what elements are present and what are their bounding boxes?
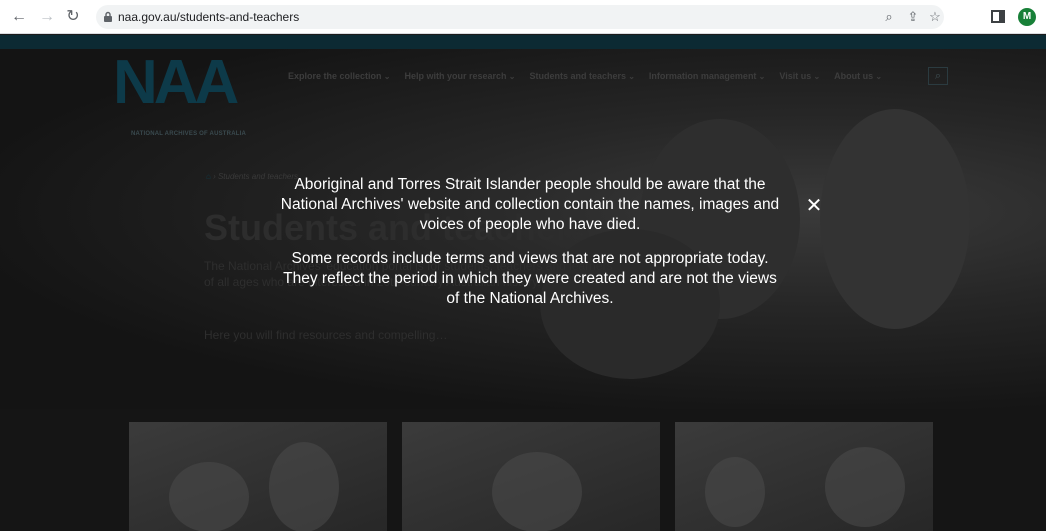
reload-icon[interactable]: ↻: [64, 8, 82, 26]
forward-icon[interactable]: →: [38, 8, 56, 26]
avatar[interactable]: M: [1018, 8, 1036, 26]
sidebar-icon[interactable]: [991, 10, 1005, 23]
star-icon[interactable]: ☆: [926, 8, 944, 26]
warning-text: Some records include terms and views tha…: [283, 250, 777, 307]
address-bar[interactable]: naa.gov.au/students-and-teachers ⌕ ⇪ ☆: [96, 5, 944, 29]
browser-toolbar: ← → ↻ naa.gov.au/students-and-teachers ⌕…: [0, 0, 1046, 34]
lock-icon: [104, 11, 112, 22]
zoom-icon[interactable]: ⌕: [880, 8, 898, 26]
share-icon[interactable]: ⇪: [904, 8, 922, 26]
warning-text: Aboriginal and Torres Strait Islander pe…: [280, 176, 780, 233]
cultural-warning-modal: Aboriginal and Torres Strait Islander pe…: [280, 175, 780, 309]
url-text: naa.gov.au/students-and-teachers: [118, 10, 300, 24]
back-icon[interactable]: ←: [10, 8, 28, 26]
close-button[interactable]: ✕: [804, 196, 824, 216]
